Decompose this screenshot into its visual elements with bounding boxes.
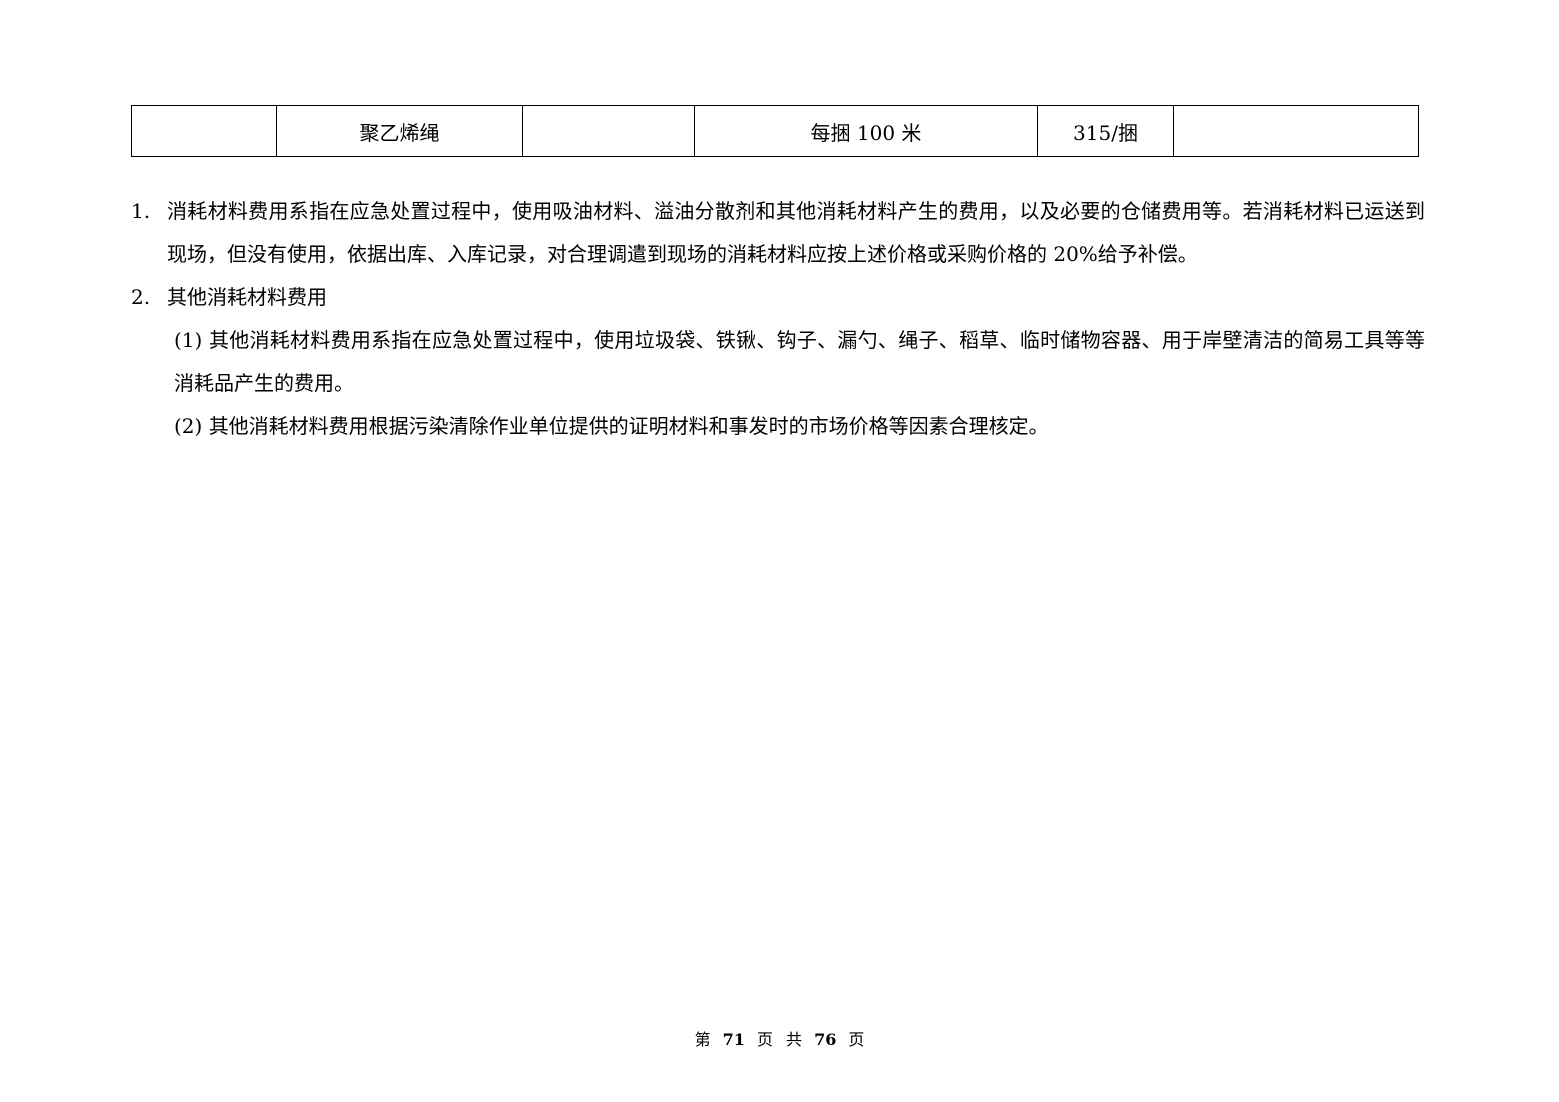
- sub-note-2: (2) 其他消耗材料费用根据污染清除作业单位提供的证明材料和事发时的市场价格等因…: [174, 414, 1049, 438]
- page-footer: 第 71 页 共 76 页: [0, 1028, 1559, 1052]
- note-item-2: 2. 其他消耗材料费用: [131, 276, 1431, 319]
- table-cell-price: 315/捆: [1037, 105, 1174, 157]
- table-cell-index: [131, 105, 277, 157]
- note-number: 2.: [131, 285, 151, 309]
- note-text: 消耗材料费用系指在应急处置过程中，使用吸油材料、溢油分散剂和其他消耗材料产生的费…: [167, 199, 1425, 266]
- footer-prefix: 第: [694, 1030, 711, 1049]
- footer-total-label: 共: [786, 1030, 803, 1049]
- materials-table: 聚乙烯绳 每捆 100 米 315/捆: [131, 105, 1419, 157]
- sub-note-1: (1) 其他消耗材料费用系指在应急处置过程中，使用垃圾袋、铁锹、钩子、漏勺、绳子…: [174, 328, 1425, 395]
- note-item-1: 1. 消耗材料费用系指在应急处置过程中，使用吸油材料、溢油分散剂和其他消耗材料产…: [131, 190, 1431, 276]
- table-cell-spec: [522, 105, 695, 157]
- table-cell-remark: [1173, 105, 1419, 157]
- footer-suffix: 页: [848, 1030, 865, 1049]
- table-cell-unit: 每捆 100 米: [694, 105, 1038, 157]
- notes-section: 1. 消耗材料费用系指在应急处置过程中，使用吸油材料、溢油分散剂和其他消耗材料产…: [131, 190, 1431, 448]
- footer-page-label: 页: [756, 1030, 773, 1049]
- table-row: 聚乙烯绳 每捆 100 米 315/捆: [131, 105, 1419, 157]
- total-page-number: 76: [814, 1030, 837, 1049]
- note-number: 1.: [131, 199, 151, 223]
- table-cell-item-name: 聚乙烯绳: [276, 105, 523, 157]
- note-heading: 其他消耗材料费用: [167, 285, 327, 309]
- current-page-number: 71: [722, 1030, 745, 1049]
